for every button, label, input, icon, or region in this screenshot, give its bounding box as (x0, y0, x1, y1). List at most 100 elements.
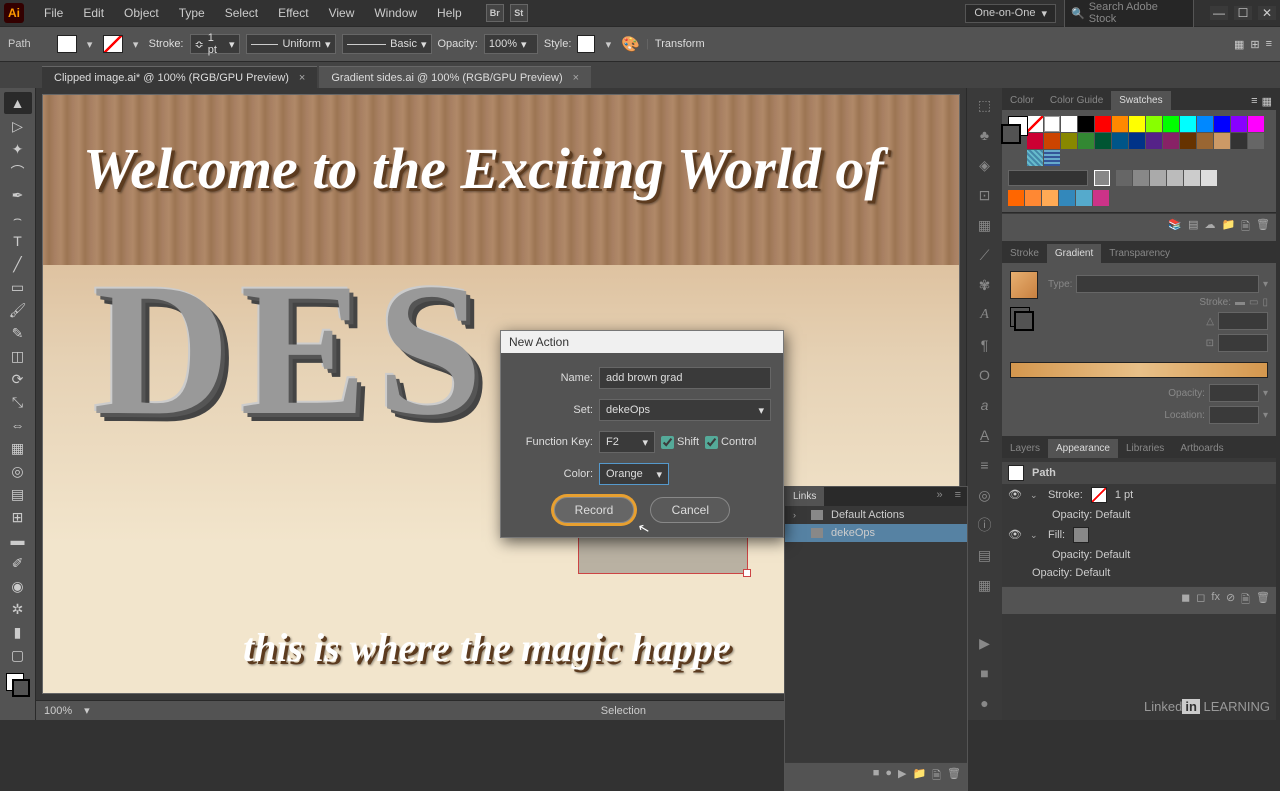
aspect-field[interactable] (1218, 334, 1268, 352)
free-transform-tool[interactable]: ▦ (4, 437, 32, 459)
document-tab-active[interactable]: Clipped image.ai* @ 100% (RGB/GPU Previe… (42, 66, 317, 88)
swatch[interactable] (1214, 133, 1230, 149)
swatch[interactable] (1061, 116, 1077, 132)
action-set-default[interactable]: › Default Actions (785, 506, 967, 524)
stroke-align-icon[interactable]: ▭ (1249, 297, 1258, 308)
swatch-texture[interactable] (1027, 150, 1043, 166)
restore-button[interactable]: ☐ (1234, 6, 1252, 20)
stroke-swatch[interactable] (103, 35, 123, 53)
tab-links[interactable]: Links (785, 487, 824, 506)
stock-icon[interactable]: St (510, 4, 528, 22)
swatch[interactable] (1044, 133, 1060, 149)
pathfinder-icon[interactable]: ▦ (974, 214, 996, 236)
swatch[interactable] (1112, 116, 1128, 132)
record-icon[interactable]: ● (885, 767, 892, 786)
disclosure-icon[interactable]: ⌄ (1030, 490, 1040, 501)
align-icon[interactable]: ⊞ (1250, 38, 1259, 51)
type-tool[interactable]: T (4, 230, 32, 252)
shaper-tool[interactable]: ✎ (4, 322, 32, 344)
rotate-tool[interactable]: ⟳ (4, 368, 32, 390)
cancel-button[interactable]: Cancel (650, 497, 730, 523)
swatch-pattern[interactable] (1044, 150, 1060, 166)
swatch-kind-icon[interactable]: ▤ (1188, 218, 1198, 237)
swatch[interactable] (1078, 116, 1094, 132)
curvature-tool[interactable]: ⌢ (4, 207, 32, 229)
stop-location[interactable] (1209, 406, 1259, 424)
new-action-icon[interactable]: 🗎 (932, 767, 941, 786)
tab-artboards[interactable]: Artboards (1172, 439, 1231, 458)
bridge-icon[interactable]: Br (486, 4, 504, 22)
list-view-icon[interactable]: ≡ (1251, 95, 1257, 108)
swatch-lib-icon[interactable]: 📚 (1168, 218, 1182, 237)
workspace-switcher[interactable]: One-on-One ▾ (965, 4, 1056, 23)
mesh-tool[interactable]: ⊞ (4, 506, 32, 528)
swatch[interactable] (1197, 133, 1213, 149)
symbol-sprayer-tool[interactable]: ✲ (4, 598, 32, 620)
stop-icon[interactable]: ■ (974, 662, 996, 684)
panel-collapse-icon[interactable]: » (930, 487, 948, 506)
function-key-select[interactable]: F2▾ (599, 431, 655, 453)
action-set-select[interactable]: dekeOps▾ (599, 399, 771, 421)
action-set-dekeops[interactable]: › dekeOps (785, 524, 967, 542)
control-checkbox[interactable]: Control (705, 436, 756, 449)
play-icon[interactable]: ▶ (898, 767, 906, 786)
swatch[interactable] (1129, 116, 1145, 132)
visibility-icon[interactable]: 👁 (1008, 528, 1022, 542)
disclosure-icon[interactable]: › (793, 510, 803, 520)
graph-tool[interactable]: ▮ (4, 621, 32, 643)
glyphs-icon[interactable]: a (974, 394, 996, 416)
close-tab-icon[interactable]: × (573, 72, 579, 84)
menu-view[interactable]: View (319, 2, 365, 24)
swatch[interactable] (1112, 133, 1128, 149)
close-tab-icon[interactable]: × (299, 72, 305, 84)
tab-appearance[interactable]: Appearance (1048, 439, 1118, 458)
symbols-icon[interactable]: ✾ (974, 274, 996, 296)
tab-swatches[interactable]: Swatches (1111, 91, 1170, 110)
separations-icon[interactable]: ▤ (974, 544, 996, 566)
new-swatch-icon[interactable]: 🗎 (1241, 218, 1250, 237)
menu-object[interactable]: Object (114, 2, 169, 24)
swatch[interactable] (1095, 116, 1111, 132)
search-adobe-stock[interactable]: 🔍 Search Adobe Stock (1064, 0, 1194, 28)
asset-export-icon[interactable]: ♣ (974, 124, 996, 146)
swatch[interactable] (1059, 190, 1075, 206)
appearance-opacity-row-3[interactable]: Opacity: Default (1002, 564, 1276, 582)
magic-wand-tool[interactable]: ✦ (4, 138, 32, 160)
fill-stroke[interactable] (4, 671, 32, 699)
swatch[interactable] (1027, 133, 1043, 149)
tab-stroke[interactable]: Stroke (1002, 244, 1047, 263)
width-tool[interactable]: ⇔ (4, 414, 32, 436)
swatch[interactable] (1163, 133, 1179, 149)
angle-field[interactable] (1218, 312, 1268, 330)
duplicate-icon[interactable]: 🗎 (1241, 591, 1250, 610)
swatch[interactable] (1146, 116, 1162, 132)
swatch[interactable] (1231, 116, 1247, 132)
navigator-icon[interactable]: ◎ (974, 484, 996, 506)
opentype-icon[interactable]: O (974, 364, 996, 386)
swatch[interactable] (1008, 190, 1024, 206)
crop-icon[interactable]: ⊡ (974, 184, 996, 206)
style-dd[interactable]: ▾ (601, 39, 615, 49)
swatch[interactable] (1133, 170, 1149, 186)
zoom-level[interactable]: 100% (44, 705, 72, 717)
pen-tool[interactable]: ✒ (4, 184, 32, 206)
align2-icon[interactable]: ≡ (974, 454, 996, 476)
fill-dropdown[interactable]: ▾ (83, 39, 97, 49)
tab-gradient[interactable]: Gradient (1047, 244, 1101, 263)
swatch[interactable] (1163, 116, 1179, 132)
tab-libraries[interactable]: Libraries (1118, 439, 1172, 458)
menu-window[interactable]: Window (364, 2, 427, 24)
eraser-tool[interactable]: ◫ (4, 345, 32, 367)
swatch[interactable] (1095, 133, 1111, 149)
fx-icon[interactable]: fx (1211, 591, 1220, 610)
swatch-gray[interactable] (1094, 170, 1110, 186)
swatch[interactable] (1042, 190, 1058, 206)
trash-icon[interactable]: 🗑 (1256, 591, 1270, 610)
swatch[interactable] (1248, 133, 1264, 149)
swatch[interactable] (1116, 170, 1132, 186)
swatch-none[interactable] (1027, 116, 1043, 132)
flattener-icon[interactable]: ▦ (974, 574, 996, 596)
panel-menu-icon[interactable]: ≡ (949, 487, 967, 506)
stop-icon[interactable]: ■ (873, 767, 880, 786)
brush-tool[interactable]: 🖌 (4, 299, 32, 321)
